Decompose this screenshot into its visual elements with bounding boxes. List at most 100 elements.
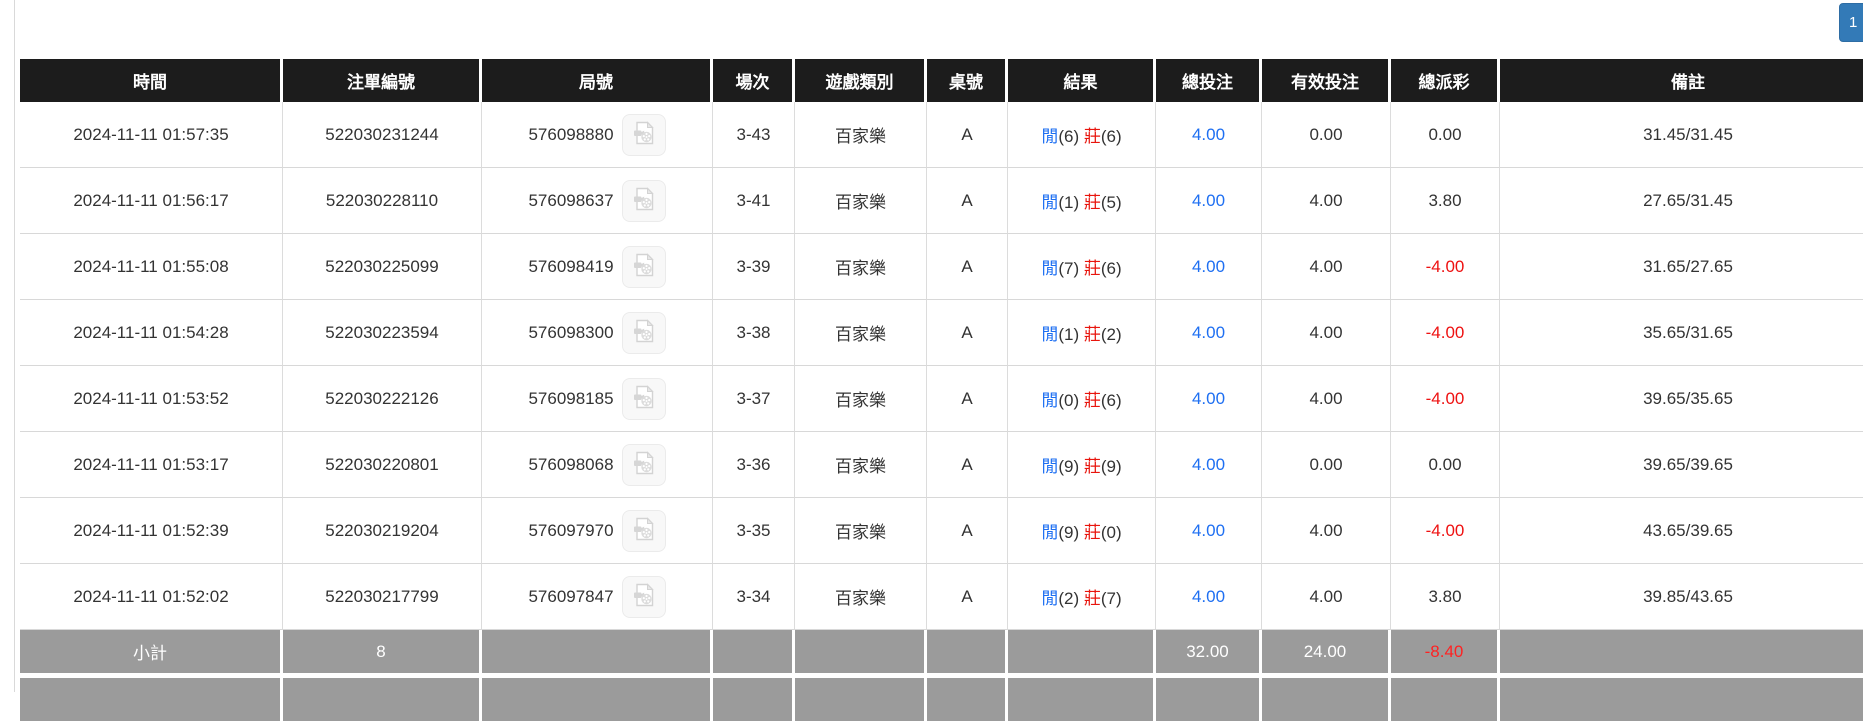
total-bet-link[interactable]: 4.00	[1192, 257, 1225, 276]
subtotal-table-no	[927, 630, 1008, 673]
table-row: 2024-11-11 01:52:39522030219204576097970…	[20, 498, 1863, 564]
cell-valid-bet: 0.00	[1262, 102, 1391, 168]
round-id-text: 576097970	[528, 521, 613, 541]
total-bet-link[interactable]: 4.00	[1192, 587, 1225, 606]
round-id-text: 576098185	[528, 389, 613, 409]
cell-total-bet: 4.00	[1156, 564, 1262, 630]
cell-payout: -4.00	[1391, 366, 1500, 432]
cell-result: 閒(0) 莊(6)	[1008, 366, 1156, 432]
result-banker-label: 莊	[1084, 259, 1101, 278]
cell-payout: 0.00	[1391, 432, 1500, 498]
grand-total-result	[1008, 678, 1156, 721]
grand-total-row	[20, 678, 1863, 721]
result-player-label: 閒	[1041, 325, 1058, 344]
result-banker-label: 莊	[1084, 127, 1101, 146]
cell-payout: -4.00	[1391, 300, 1500, 366]
total-bet-link[interactable]: 4.00	[1192, 521, 1225, 540]
col-header-game_type: 遊戲類別	[795, 59, 927, 102]
grand-total-payout	[1391, 678, 1500, 721]
cell-table-no: A	[927, 432, 1008, 498]
video-file-icon	[631, 450, 657, 479]
col-header-remark: 備註	[1500, 59, 1863, 102]
cell-total-bet: 4.00	[1156, 168, 1262, 234]
video-replay-button[interactable]	[622, 180, 666, 222]
video-replay-button[interactable]	[622, 378, 666, 420]
cell-round-id: 576098185	[482, 366, 713, 432]
subtotal-row: 小計832.0024.00-8.40	[20, 630, 1863, 673]
total-bet-link[interactable]: 4.00	[1192, 125, 1225, 144]
result-banker-value: (5)	[1101, 193, 1122, 212]
cell-session: 3-39	[713, 234, 795, 300]
cell-time: 2024-11-11 01:53:17	[20, 432, 283, 498]
cell-total-bet: 4.00	[1156, 498, 1262, 564]
cell-payout: -4.00	[1391, 234, 1500, 300]
cell-session: 3-35	[713, 498, 795, 564]
col-header-total_bet: 總投注	[1156, 59, 1262, 102]
cell-payout: 3.80	[1391, 564, 1500, 630]
pagination-page-1-button[interactable]: 1	[1839, 3, 1863, 42]
cell-table-no: A	[927, 300, 1008, 366]
result-player-label: 閒	[1041, 391, 1058, 410]
result-banker-value: (6)	[1101, 127, 1122, 146]
cell-remark: 31.45/31.45	[1500, 102, 1863, 168]
cell-round-id: 576098068	[482, 432, 713, 498]
subtotal-label: 小計	[20, 630, 283, 673]
result-player-value: (6)	[1058, 127, 1084, 146]
cell-table-no: A	[927, 564, 1008, 630]
result-banker-value: (9)	[1101, 457, 1122, 476]
total-bet-link[interactable]: 4.00	[1192, 323, 1225, 342]
video-replay-button[interactable]	[622, 246, 666, 288]
round-id-text: 576098068	[528, 455, 613, 475]
cell-remark: 39.85/43.65	[1500, 564, 1863, 630]
cell-table-no: A	[927, 168, 1008, 234]
cell-time: 2024-11-11 01:52:02	[20, 564, 283, 630]
cell-total-bet: 4.00	[1156, 300, 1262, 366]
result-player-label: 閒	[1041, 457, 1058, 476]
cell-session: 3-37	[713, 366, 795, 432]
cell-time: 2024-11-11 01:56:17	[20, 168, 283, 234]
video-file-icon	[631, 252, 657, 281]
video-replay-button[interactable]	[622, 312, 666, 354]
table-header-row-inner: 時間注單編號局號場次遊戲類別桌號結果總投注有效投注總派彩備註	[20, 59, 1863, 102]
total-bet-link[interactable]: 4.00	[1192, 455, 1225, 474]
video-file-icon	[631, 516, 657, 545]
table-row: 2024-11-11 01:56:17522030228110576098637…	[20, 168, 1863, 234]
result-banker-label: 莊	[1084, 589, 1101, 608]
video-replay-button[interactable]	[622, 576, 666, 618]
video-replay-button[interactable]	[622, 510, 666, 552]
col-header-table_no: 桌號	[927, 59, 1008, 102]
cell-bet-id: 522030223594	[283, 300, 482, 366]
grand-total-game_type	[795, 678, 927, 721]
page-left-divider	[14, 0, 15, 692]
col-header-valid_bet: 有效投注	[1262, 59, 1391, 102]
cell-result: 閒(1) 莊(5)	[1008, 168, 1156, 234]
table-header-row: 時間注單編號局號場次遊戲類別桌號結果總投注有效投注總派彩備註	[20, 59, 1863, 102]
round-id-group: 576097970	[482, 510, 712, 552]
total-bet-link[interactable]: 4.00	[1192, 191, 1225, 210]
cell-game-type: 百家樂	[795, 498, 927, 564]
result-banker-value: (2)	[1101, 325, 1122, 344]
col-header-time: 時間	[20, 59, 283, 102]
video-replay-button[interactable]	[622, 114, 666, 156]
cell-time: 2024-11-11 01:54:28	[20, 300, 283, 366]
result-player-label: 閒	[1041, 259, 1058, 278]
round-id-group: 576098880	[482, 114, 712, 156]
result-player-value: (1)	[1058, 193, 1084, 212]
video-replay-button[interactable]	[622, 444, 666, 486]
grand-total-bet_id	[283, 678, 482, 721]
cell-valid-bet: 4.00	[1262, 300, 1391, 366]
round-id-text: 576098880	[528, 125, 613, 145]
cell-total-bet: 4.00	[1156, 366, 1262, 432]
round-id-group: 576098068	[482, 444, 712, 486]
cell-result: 閒(7) 莊(6)	[1008, 234, 1156, 300]
total-bet-link[interactable]: 4.00	[1192, 389, 1225, 408]
cell-table-no: A	[927, 102, 1008, 168]
result-banker-label: 莊	[1084, 391, 1101, 410]
result-player-value: (9)	[1058, 523, 1084, 542]
cell-bet-id: 522030231244	[283, 102, 482, 168]
cell-total-bet: 4.00	[1156, 234, 1262, 300]
grand-total-table_no	[927, 678, 1008, 721]
cell-total-bet: 4.00	[1156, 102, 1262, 168]
col-header-bet_id: 注單編號	[283, 59, 482, 102]
col-header-result: 結果	[1008, 59, 1156, 102]
